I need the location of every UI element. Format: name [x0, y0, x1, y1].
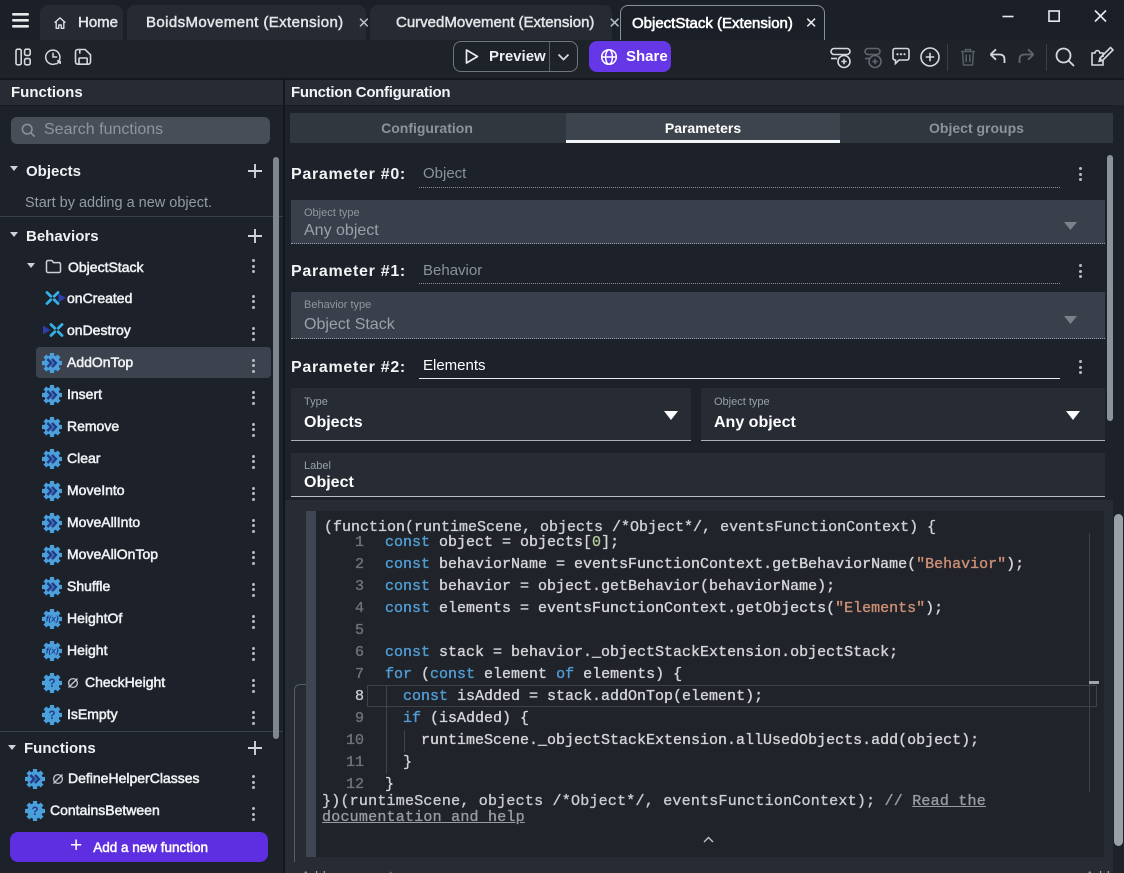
svg-text:?: ?: [48, 710, 55, 722]
svg-text:?: ?: [31, 806, 38, 818]
svg-text:?: ?: [48, 678, 55, 690]
svg-text:f(x): f(x): [46, 614, 59, 623]
svg-text:f(x): f(x): [46, 646, 59, 655]
